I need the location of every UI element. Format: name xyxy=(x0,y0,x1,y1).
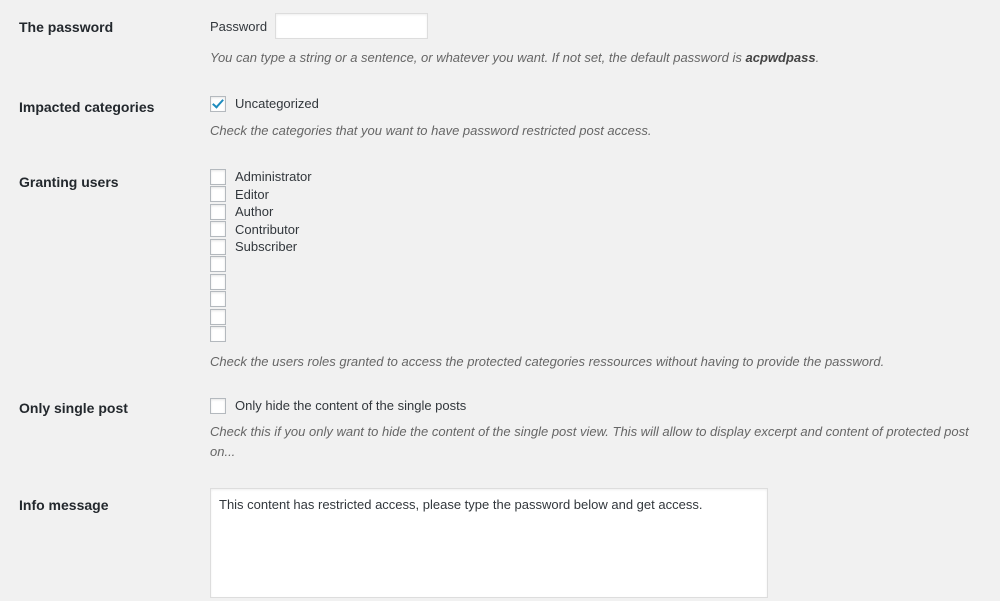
granting-users-description: Check the users roles granted to access … xyxy=(210,353,885,369)
checkbox-label-author: Author xyxy=(235,204,274,220)
password-description: You can type a string or a sentence, or … xyxy=(210,48,990,68)
row-field-cell-info-message: This content has restricted access, plea… xyxy=(210,474,1000,601)
checkbox-unnamed-3-icon[interactable] xyxy=(210,291,226,308)
checkbox-unnamed-2-icon[interactable] xyxy=(210,273,226,290)
label-granting-users: Granting users xyxy=(19,173,119,190)
checkbox-row-author[interactable]: Author xyxy=(210,203,990,221)
single-post-description: Check this if you only want to hide the … xyxy=(210,423,969,460)
checkbox-row-uncategorized[interactable]: Uncategorized xyxy=(210,95,990,113)
granting-users-checkbox-list: Administrator Editor Author Contributor xyxy=(210,168,990,343)
checkbox-unnamed-1-icon[interactable] xyxy=(210,256,226,273)
categories-description: Check the categories that you want to ha… xyxy=(210,122,652,138)
row-granting-users: Granting users Administrator Editor Auth… xyxy=(0,153,1000,382)
checkbox-label-only-hide-single-posts: Only hide the content of the single post… xyxy=(235,398,467,414)
checkbox-label-administrator: Administrator xyxy=(235,169,312,185)
row-field-cell-categories: Uncategorized Check the categories that … xyxy=(210,80,1000,153)
checkbox-contributor-icon[interactable] xyxy=(210,221,226,238)
label-the-password: The password xyxy=(19,19,114,35)
checkbox-row-unnamed-3[interactable] xyxy=(210,290,990,308)
password-description-prefix: You can type a string or a sentence, or … xyxy=(210,50,746,65)
checkbox-subscriber-icon[interactable] xyxy=(210,238,226,255)
info-message-textarea[interactable]: This content has restricted access, plea… xyxy=(210,488,768,599)
password-description-strong: acpwdpass xyxy=(745,50,816,65)
password-input[interactable] xyxy=(275,13,429,39)
row-field-cell-granting-users: Administrator Editor Author Contributor xyxy=(210,153,1000,382)
checkbox-row-subscriber[interactable]: Subscriber xyxy=(210,238,990,256)
checkbox-uncategorized-icon[interactable] xyxy=(210,95,226,112)
checkbox-only-hide-single-posts-icon[interactable] xyxy=(210,397,226,414)
row-field-cell-single-post: Only hide the content of the single post… xyxy=(210,382,1000,474)
checkbox-label-editor: Editor xyxy=(235,186,269,202)
checkbox-editor-icon[interactable] xyxy=(210,186,226,203)
row-label-cell-single-post: Only single post xyxy=(0,382,210,474)
checkbox-unnamed-4-icon[interactable] xyxy=(210,308,226,325)
checkbox-label-subscriber: Subscriber xyxy=(235,239,298,255)
row-the-password: The password Password You can type a str… xyxy=(0,0,1000,80)
row-field-cell-password: Password You can type a string or a sent… xyxy=(210,0,1000,80)
checkbox-row-unnamed-5[interactable] xyxy=(210,325,990,343)
row-info-message: Info message This content has restricted… xyxy=(0,474,1000,601)
checkbox-row-editor[interactable]: Editor xyxy=(210,185,990,203)
row-label-cell-granting-users: Granting users xyxy=(0,153,210,382)
row-label-cell-password: The password xyxy=(0,0,210,80)
password-field-line: Password xyxy=(210,12,990,40)
checkbox-unnamed-5-icon[interactable] xyxy=(210,326,226,343)
row-impacted-categories: Impacted categories Uncategorized Check … xyxy=(0,80,1000,153)
password-field-label: Password xyxy=(210,18,268,34)
checkbox-row-administrator[interactable]: Administrator xyxy=(210,168,990,186)
checkbox-label-uncategorized: Uncategorized xyxy=(235,96,319,112)
checkbox-author-icon[interactable] xyxy=(210,203,226,220)
categories-checkbox-list: Uncategorized xyxy=(210,95,990,113)
row-label-cell-info-message: Info message xyxy=(0,474,210,601)
label-impacted-categories: Impacted categories xyxy=(19,99,155,116)
checkbox-row-unnamed-1[interactable] xyxy=(210,255,990,273)
password-description-suffix: . xyxy=(815,50,820,65)
checkbox-label-contributor: Contributor xyxy=(235,221,300,237)
checkbox-row-unnamed-4[interactable] xyxy=(210,308,990,326)
row-only-single-post: Only single post Only hide the content o… xyxy=(0,382,1000,474)
checkbox-administrator-icon[interactable] xyxy=(210,168,226,185)
row-label-cell-categories: Impacted categories xyxy=(0,80,210,153)
label-only-single-post: Only single post xyxy=(19,399,128,416)
label-info-message: Info message xyxy=(19,497,109,514)
settings-form-table: The password Password You can type a str… xyxy=(0,0,1000,601)
checkbox-row-only-hide-single-posts[interactable]: Only hide the content of the single post… xyxy=(210,396,990,416)
checkbox-row-contributor[interactable]: Contributor xyxy=(210,220,990,238)
checkbox-row-unnamed-2[interactable] xyxy=(210,273,990,291)
